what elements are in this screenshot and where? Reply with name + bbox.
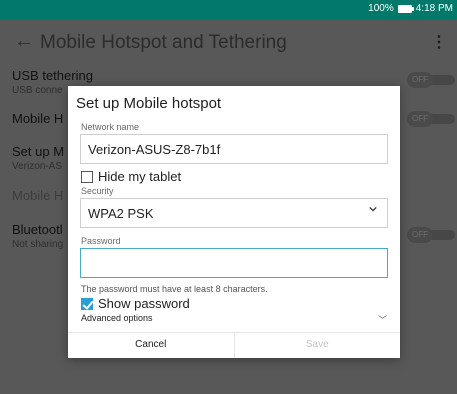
settings-item-subtitle: Verizon-AS [12,161,63,172]
usb-tethering-toggle[interactable]: OFF [407,72,455,88]
hide-tablet-label: Hide my tablet [98,169,182,184]
mobile-hotspot-toggle[interactable]: OFF [407,111,455,127]
toggle-knob: OFF [407,72,433,88]
dialog-title: Set up Mobile hotspot [76,95,222,112]
settings-item-setup-hotspot[interactable]: Set up M Verizon-AS [12,144,64,172]
password-field[interactable] [80,248,388,278]
show-password-option[interactable]: Show password [81,296,190,311]
settings-item-subtitle: Not sharing [12,239,64,250]
security-select[interactable]: WPA2 PSK [80,198,388,228]
settings-item-title: USB tethering [12,68,93,83]
hide-tablet-checkbox[interactable] [81,170,93,183]
network-name-field[interactable]: Verizon-ASUS-Z8-7b1f [80,134,388,164]
more-vert-icon[interactable]: ⋮ [431,32,447,52]
security-value: WPA2 PSK [88,206,154,221]
status-bar-right: 100% 4:18 PM [368,3,453,14]
network-name-value: Verizon-ASUS-Z8-7b1f [88,142,221,157]
bluetooth-tethering-toggle[interactable]: OFF [407,227,455,243]
cancel-button[interactable]: Cancel [68,333,235,358]
battery-percent: 100% [368,3,394,14]
battery-icon [397,4,414,13]
password-label: Password [81,236,121,246]
page-title: Mobile Hotspot and Tethering [40,32,287,53]
setup-hotspot-dialog: Set up Mobile hotspot Network name Veriz… [68,86,400,358]
dialog-button-bar: Cancel Save [68,332,400,358]
settings-item-bluetooth-tethering[interactable]: Bluetootl Not sharing [12,222,63,250]
settings-item-title: Set up M [12,144,65,159]
settings-item-title: Mobile H [12,111,64,126]
settings-item-title: Bluetootl [12,222,63,237]
advanced-options[interactable]: Advanced options ﹀ [81,313,387,325]
toggle-knob: OFF [407,111,433,127]
settings-item-mobile-hotspot-disabled: Mobile H [12,188,63,203]
toggle-knob: OFF [407,227,433,243]
show-password-label: Show password [98,296,190,311]
settings-item-mobile-hotspot[interactable]: Mobile H [12,111,63,126]
show-password-checkbox[interactable] [81,297,93,310]
hide-tablet-option[interactable]: Hide my tablet [81,169,181,184]
clock: 4:18 PM [415,3,453,14]
arrow-back-icon[interactable]: ← [14,30,34,53]
chevron-down-icon: ﹀ [377,315,387,325]
network-name-label: Network name [81,122,140,132]
save-button[interactable]: Save [235,333,401,358]
security-label: Security [81,186,114,196]
status-bar: 100% 4:18 PM [0,0,457,20]
password-hint: The password must have at least 8 charac… [81,284,268,294]
app-bar: ← Mobile Hotspot and Tethering ⋮ [0,20,457,64]
chevron-down-icon [369,206,377,212]
advanced-options-label: Advanced options [81,313,153,323]
settings-item-title: Mobile H [12,188,64,203]
